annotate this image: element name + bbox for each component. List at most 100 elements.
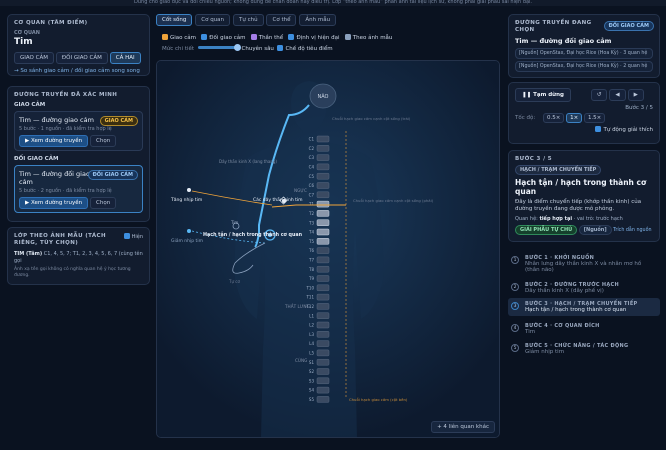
- step-item[interactable]: 2 BƯỚC 2 · ĐƯỜNG TRƯỚC HẠCH Dây thần kinh …: [508, 279, 660, 297]
- vertebra-label: T5: [308, 239, 314, 244]
- vertebra-s2[interactable]: [316, 368, 330, 375]
- step-item[interactable]: 5 BƯỚC 5 · CHỨC NĂNG / TÁC ĐỘNG Giảm nhịp …: [508, 340, 660, 358]
- relation-line: Quan hệ: tiếp hợp tại · vai trò: trước h…: [515, 216, 623, 222]
- layer-note: Ảnh xạ tên gọi không có nghĩa quan hệ ý …: [14, 267, 131, 278]
- vertebra-t6[interactable]: [316, 247, 330, 254]
- quote-link[interactable]: Trích dẫn nguồn: [613, 228, 651, 233]
- vertebra-label: S3: [309, 378, 315, 383]
- disclaimer-bar: Dùng cho giáo dục và đối chiếu nguồn; kh…: [0, 0, 666, 6]
- current-step-number: BƯỚC 3 / 5: [515, 156, 553, 162]
- check-somatic[interactable]: Thần thể: [250, 34, 283, 41]
- speed-05-button[interactable]: 0.5×: [542, 113, 565, 123]
- tab-autonomic[interactable]: Tự chủ: [232, 14, 264, 26]
- vertebra-label: S4: [309, 388, 315, 393]
- para-card-title: Tim — đường đối giao cảm: [19, 170, 90, 186]
- vertebra-label: L4: [309, 341, 314, 346]
- source-item[interactable]: [Nguồn] OpenStax, Đại học Rice (Hoa Kỳ) …: [515, 48, 653, 59]
- vertebra-t9[interactable]: [316, 275, 330, 282]
- step-desc: Tim: [525, 329, 536, 335]
- vertebra-label: C6: [309, 183, 315, 188]
- step-item[interactable]: 4 BƯỚC 4 · CƠ QUAN ĐÍCH Tim: [508, 320, 660, 338]
- vertebra-l2[interactable]: [316, 321, 330, 329]
- vertebra-t4[interactable]: [316, 228, 330, 236]
- vertebra-t3[interactable]: [316, 219, 330, 226]
- vertebra-l5[interactable]: [316, 349, 330, 357]
- step-number-icon: 2: [511, 283, 519, 291]
- para-path-card[interactable]: Tim — đường đối giao cảm ĐỐI GIAO CẢM 5 …: [14, 165, 143, 213]
- vertebra-c6[interactable]: [316, 182, 330, 189]
- organ-panel-title: CƠ QUAN (TÂM ĐIỂM): [14, 20, 88, 26]
- vertebra-label: L1: [309, 313, 314, 318]
- slider-thumb-icon[interactable]: [233, 44, 241, 51]
- para-view-button[interactable]: ▶ Xem đường truyền: [19, 197, 89, 209]
- sym-view-button[interactable]: ▶ Xem đường truyền: [19, 135, 89, 147]
- thoracic-label: NGỰC: [294, 188, 307, 193]
- step-item[interactable]: 3 BƯỚC 3 · HẠCH / TRẠM CHUYỂN TIẾP Hạch tậ…: [508, 298, 660, 316]
- more-relations-button[interactable]: + 4 liên quan khác: [431, 421, 495, 433]
- vertebra-label: C2: [309, 146, 315, 151]
- detail-label: Mức chi tiết: [162, 46, 195, 52]
- vertebra-t2[interactable]: [316, 210, 330, 217]
- source-tag[interactable]: [Nguồn]: [578, 225, 612, 235]
- prev-step-icon[interactable]: ◀: [609, 89, 626, 101]
- tab-spine[interactable]: Cốt sống: [156, 14, 193, 26]
- restart-icon[interactable]: ↺: [590, 89, 608, 101]
- vertebra-t1[interactable]: [316, 200, 330, 208]
- current-step-desc: Đây là điểm chuyển tiếp (khớp thần kinh)…: [515, 199, 642, 212]
- focus-mode-check[interactable]: Chế độ tiêu điểm: [285, 46, 332, 52]
- para-choose-button[interactable]: Chọn: [90, 197, 117, 209]
- filter-sym-button[interactable]: GIAO CẢM: [14, 52, 54, 64]
- vertebra-s1[interactable]: [316, 358, 330, 366]
- vertebra-t12[interactable]: [316, 303, 330, 310]
- layer-toggle[interactable]: Hiện: [123, 233, 143, 240]
- sym-card-badge: GIAO CẢM: [99, 116, 138, 126]
- compare-link[interactable]: → So sánh giao cảm / đối giao cảm song s…: [14, 68, 143, 74]
- check-para[interactable]: Đối giao cảm: [201, 34, 245, 41]
- vertebra-c7[interactable]: [316, 191, 330, 199]
- vertebra-label: T4: [308, 230, 314, 235]
- para-heading: ĐỐI GIAO CẢM: [14, 156, 59, 162]
- check-sym[interactable]: Giao cảm: [162, 34, 196, 41]
- layer-checks: Giao cảm Đối giao cảm Thần thể Định vị h…: [162, 34, 392, 41]
- vertebra-t10[interactable]: [316, 284, 330, 292]
- step-item[interactable]: 1 BƯỚC 1 · KHỞI NGUỒN Nhân lưng dây thần k…: [508, 252, 660, 276]
- vertebra-c3[interactable]: [316, 154, 330, 161]
- next-step-icon[interactable]: ▶: [627, 89, 644, 101]
- sym-choose-button[interactable]: Chọn: [90, 135, 117, 147]
- organ-label: CƠ QUAN: [14, 30, 40, 36]
- detail-value: Chuyên sâu: [241, 46, 274, 52]
- source-item[interactable]: [Nguồn] OpenStax, Đại học Rice (Hoa Kỳ) …: [515, 61, 653, 72]
- vertebra-t11[interactable]: [316, 293, 330, 301]
- heart-low-node: [187, 229, 191, 233]
- vertebra-c1[interactable]: [316, 135, 330, 143]
- speed-15-button[interactable]: 1.5×: [583, 113, 606, 123]
- vertebra-c4[interactable]: [316, 163, 330, 171]
- auto-explain-toggle[interactable]: Tự động giải thích: [515, 126, 653, 133]
- vertebra-t8[interactable]: [316, 265, 330, 273]
- check-modern[interactable]: Định vị hiện đại: [288, 34, 340, 41]
- vertebra-l4[interactable]: [316, 340, 330, 347]
- filter-both-button[interactable]: CẢ HAI: [109, 52, 141, 64]
- detail-slider[interactable]: [197, 44, 241, 51]
- tab-reference-image[interactable]: Ảnh mẫu: [299, 14, 337, 26]
- vertebra-s5[interactable]: [316, 396, 330, 403]
- current-step-title: Hạch tận / hạch trong thành cơ quan: [515, 178, 647, 196]
- lumbar-label: THẮT LƯNG: [284, 304, 310, 309]
- tab-body[interactable]: Cơ thể: [266, 14, 297, 26]
- sym-path-card[interactable]: Tim — đường giao cảm GIAO CẢM 5 bước · 1…: [14, 111, 143, 151]
- heart-rate-node: [187, 188, 191, 192]
- filter-para-button[interactable]: ĐỐI GIAO CẢM: [55, 52, 108, 64]
- vertebra-c2[interactable]: [316, 145, 330, 152]
- vertebra-s4[interactable]: [316, 386, 330, 394]
- vertebra-s3[interactable]: [316, 377, 330, 385]
- pause-button[interactable]: ❚❚ Tạm dừng: [515, 88, 571, 102]
- tab-organ[interactable]: Cơ quan: [195, 14, 231, 26]
- anatomy-viewport[interactable]: NÃO C1 C2 C3 C4 C5 C6 C7 T1 T2 T3 T4 T5 T6 T7 T8 T9 T10 T…: [156, 60, 500, 438]
- vertebra-t7[interactable]: [316, 256, 330, 264]
- speed-1-button[interactable]: 1×: [566, 113, 583, 123]
- vertebra-l3[interactable]: [316, 331, 330, 338]
- check-reference[interactable]: Theo ảnh mẫu: [344, 34, 392, 41]
- vertebra-t5[interactable]: [316, 238, 330, 245]
- vertebra-c5[interactable]: [316, 172, 330, 180]
- vertebra-l1[interactable]: [316, 312, 330, 319]
